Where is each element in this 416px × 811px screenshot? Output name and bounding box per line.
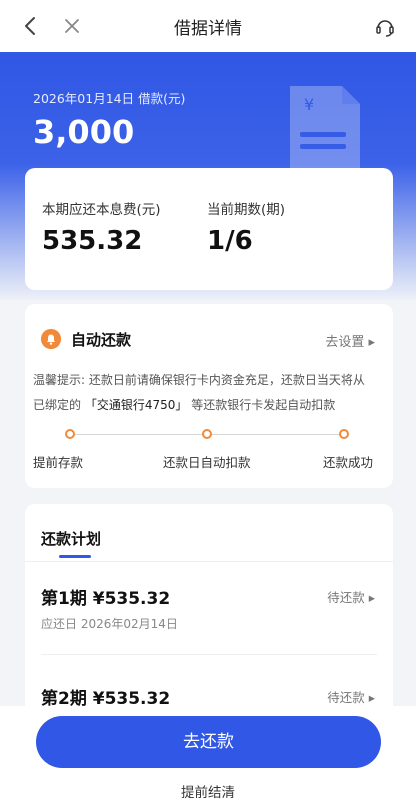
document-icon: ¥ (290, 86, 360, 170)
divider (41, 654, 377, 655)
tip-prefix: 已绑定的 (33, 398, 82, 412)
tip-suffix: 等还款银行卡发起自动扣款 (191, 398, 336, 412)
auto-repay-title: 自动还款 (71, 331, 132, 349)
step-label-auto-debit: 还款日自动扣款 (163, 455, 251, 470)
loan-date-label: 2026年01月14日 借款(元) (33, 91, 186, 106)
auto-repay-card: 自动还款 去设置 ▸ 温馨提示: 还款日前请确保银行卡内资金充足，还款日当天将从… (25, 304, 393, 488)
current-period-value: 1/6 (207, 226, 253, 256)
installment-1-title[interactable]: 第1期 ¥535.32 (41, 584, 170, 609)
current-period-card: 本期应还本息费(元) 535.32 当前期数(期) 1/6 (25, 168, 393, 290)
installment-1-status[interactable]: 待还款 ▸ (327, 587, 375, 606)
step-dot (202, 429, 212, 439)
bank-card-name: 「交通银行4750」 (84, 398, 188, 412)
tip-line-2: 已绑定的 「交通银行4750」 等还款银行卡发起自动扣款 (33, 393, 385, 418)
auto-repay-settings-link[interactable]: 去设置 ▸ (325, 331, 375, 350)
tip-line-1: 温馨提示: 还款日前请确保银行卡内资金充足，还款日当天将从 (33, 373, 365, 387)
auto-repay-tip: 温馨提示: 还款日前请确保银行卡内资金充足，还款日当天将从 已绑定的 「交通银行… (33, 368, 385, 418)
bell-icon (41, 329, 61, 349)
installment-1-due-date: 应还日 2026年02月14日 (41, 617, 178, 631)
installment-2-status[interactable]: 待还款 ▸ (327, 687, 375, 706)
divider (25, 561, 393, 562)
step-dot (339, 429, 349, 439)
nav-bar: 借据详情 (0, 0, 416, 52)
principal-due-label: 本期应还本息费(元) (42, 202, 161, 218)
plan-title: 还款计划 (41, 530, 102, 548)
current-period-label: 当前期数(期) (207, 202, 286, 218)
plan-tab-indicator (59, 555, 91, 558)
principal-due-value: 535.32 (42, 226, 143, 256)
step-label-deposit: 提前存款 (33, 455, 84, 470)
customer-service-icon[interactable] (374, 16, 396, 38)
step-label-success: 还款成功 (323, 455, 374, 470)
svg-text:¥: ¥ (304, 95, 314, 114)
early-settlement-link[interactable]: 提前结清 (0, 781, 416, 801)
loan-amount: 3,000 (33, 113, 135, 151)
repay-button[interactable]: 去还款 (36, 716, 381, 768)
page-title: 借据详情 (174, 19, 242, 39)
step-dot (65, 429, 75, 439)
